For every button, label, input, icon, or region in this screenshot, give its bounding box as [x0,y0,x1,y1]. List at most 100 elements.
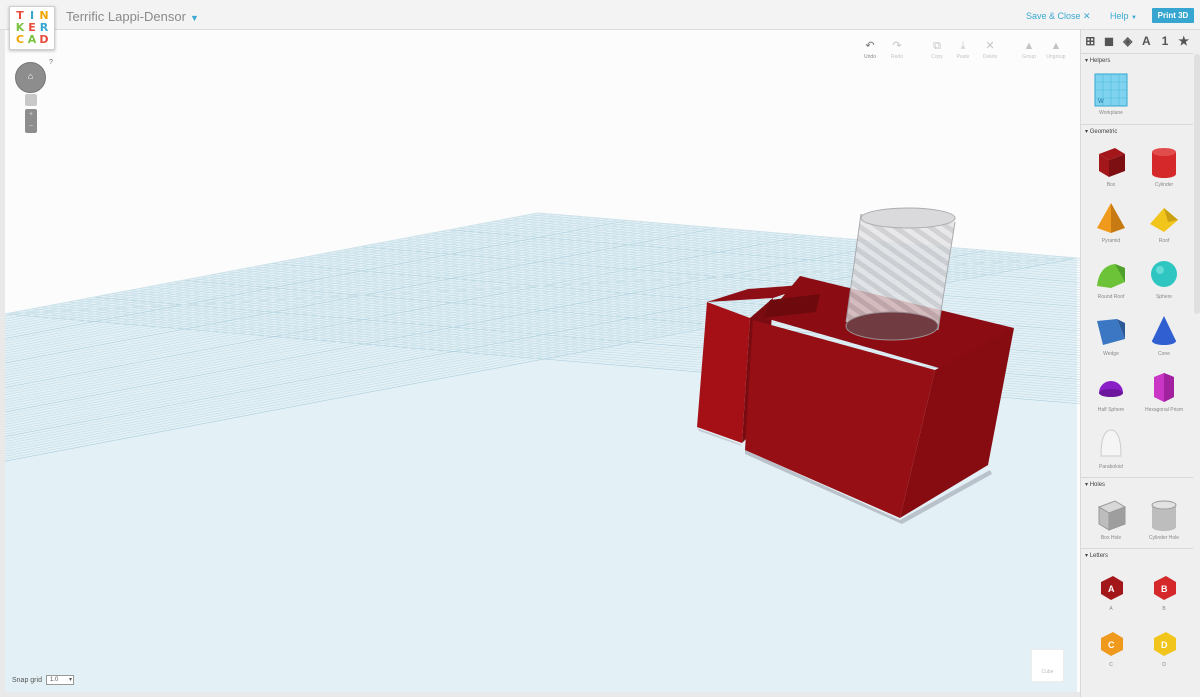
toolbar-label: Undo [864,54,876,60]
shape-label: Roof [1158,238,1170,244]
letter-a-icon: A [1087,568,1135,604]
group-button[interactable]: ▲ Group [1017,40,1041,60]
ungroup-button[interactable]: ▲ Ungroup [1044,40,1068,60]
section-divider [1081,124,1193,125]
redo-icon: ↷ [892,40,902,52]
delete-button[interactable]: ✕ Delete [978,40,1002,60]
shape-item-letter-c[interactable]: CC [1087,624,1135,668]
redo-button[interactable]: ↷ Redo [885,40,909,60]
section-divider [1081,53,1193,54]
svg-text:W: W [1098,99,1104,105]
holes-section-header[interactable]: Holes [1085,481,1105,488]
shape-label: Pyramid [1101,238,1121,244]
box-hole-icon [1087,497,1135,533]
toolbar-label: Group [1022,54,1036,60]
section-divider [1081,548,1193,549]
letter-c-icon: C [1087,624,1135,660]
helpers-section-header[interactable]: Helpers [1085,57,1111,64]
view-cube[interactable]: Cube [1031,649,1064,682]
letter-d-icon: D [1140,624,1188,660]
snap-grid-label: Snap grid [12,676,42,684]
workplane-tab-icon[interactable]: ⊞ [1081,34,1100,48]
snap-grid-control: Snap grid 1.0 [12,675,74,685]
fit-view-button[interactable] [25,94,37,106]
shape-item-cylinder-hole[interactable]: Cylinder Hole [1140,497,1188,541]
scene-3d[interactable] [5,30,1080,692]
half-sphere-icon [1087,369,1135,405]
toolbar-label: Redo [891,54,903,60]
shape-item-hexagonal-prism[interactable]: Hexagonal Prism [1140,369,1188,413]
shape-label: Box [1106,182,1116,188]
shape-label: Paraboloid [1099,464,1123,470]
toolbar-label: Ungroup [1046,54,1066,60]
undo-icon: ↶ [865,40,875,52]
panel-scrollbar[interactable] [1194,54,1200,314]
shape-item-letter-d[interactable]: DD [1140,624,1188,668]
toolbar-label: Copy [931,54,943,60]
toolbar-label: Delete [982,54,998,60]
shape-label: Round Roof [1097,294,1125,300]
roof-icon [1140,200,1188,236]
shape-label: Box Hole [1100,535,1122,541]
copy-button[interactable]: ⧉ Copy [925,40,949,60]
cylinder-hole-shape[interactable] [845,207,956,341]
shape-item-wedge[interactable]: Wedge [1087,313,1135,357]
shape-item-half-sphere[interactable]: Half Sphere [1087,369,1135,413]
toolbar-label: Paste [956,54,970,60]
zoom-out-icon[interactable]: − [25,121,37,133]
top-bar: Terrific Lappi-Densor ▼ Save & Close ✕ He… [0,0,1200,30]
save-close-link[interactable]: Save & Close ✕ [1026,11,1091,22]
svg-text:B: B [1161,584,1168,594]
section-divider [1081,477,1193,478]
components-tab-icon[interactable]: ◈ [1118,34,1137,48]
shape-item-cylinder[interactable]: Cylinder [1140,144,1188,188]
cone-icon [1140,313,1188,349]
favorites-tab-icon[interactable]: ★ [1174,34,1193,48]
undo-button[interactable]: ↶ Undo [858,40,882,60]
cylinder-hole-icon [1140,497,1188,533]
paste-button[interactable]: ⤓ Paste [951,40,975,60]
tinkercad-logo[interactable]: TINKERCAD [9,6,55,50]
zoom-control[interactable]: + − [25,109,37,133]
shape-item-roof[interactable]: Roof [1140,200,1188,244]
shape-label: Workplane [1099,110,1123,116]
shape-item-letter-a[interactable]: AA [1087,568,1135,612]
numbers-tab-icon[interactable]: 1 [1156,34,1175,48]
basic-shapes-tab-icon[interactable]: ◼ [1100,34,1119,48]
shape-label: Cone [1158,351,1170,357]
letters-tab-icon[interactable]: A [1137,34,1156,48]
shape-label: Sphere [1155,294,1173,300]
wedge-icon [1087,313,1135,349]
chevron-down-icon[interactable]: ▼ [190,13,199,23]
shape-item-letter-b[interactable]: BB [1140,568,1188,612]
close-icon: ✕ [1083,11,1091,21]
shapes-panel: ⊞◼◈A1★ HelpersWWorkplaneGeometricBoxCyli… [1080,30,1200,697]
shape-label: C [1109,662,1113,668]
shape-item-round-roof[interactable]: Round Roof [1087,256,1135,300]
shape-item-paraboloid[interactable]: Paraboloid [1087,426,1135,470]
shape-item-workplane[interactable]: W Workplane [1087,72,1135,116]
print-3d-button[interactable]: Print 3D [1152,8,1194,23]
letters-section-header[interactable]: Letters [1085,552,1108,559]
help-menu[interactable]: Help ▼ [1110,11,1137,21]
document-title[interactable]: Terrific Lappi-Densor ▼ [66,9,199,24]
workplane-canvas[interactable]: ↶ Undo ↷ Redo ⧉ Copy ⤓ Paste ✕ Delete ▲ Group ▲ Ungro… [5,30,1080,692]
shape-item-cone[interactable]: Cone [1140,313,1188,357]
zoom-in-icon[interactable]: + [25,109,37,121]
round-roof-icon [1087,256,1135,292]
svg-text:C: C [1108,640,1115,650]
shape-label: Cylinder [1154,182,1174,188]
shape-item-box-hole[interactable]: Box Hole [1087,497,1135,541]
cylinder-icon [1140,144,1188,180]
logo-letter: D [39,33,49,46]
home-view-icon[interactable]: ⌂ [25,71,36,82]
ungroup-icon: ▲ [1050,40,1062,52]
shape-item-sphere[interactable]: Sphere [1140,256,1188,300]
geometric-section-header[interactable]: Geometric [1085,128,1118,135]
shape-item-box[interactable]: Box [1087,144,1135,188]
shape-item-pyramid[interactable]: Pyramid [1087,200,1135,244]
paste-icon: ⤓ [960,40,966,52]
shape-label: Wedge [1103,351,1119,357]
help-icon[interactable]: ? [49,59,53,66]
snap-grid-select[interactable]: 1.0 [45,675,74,685]
